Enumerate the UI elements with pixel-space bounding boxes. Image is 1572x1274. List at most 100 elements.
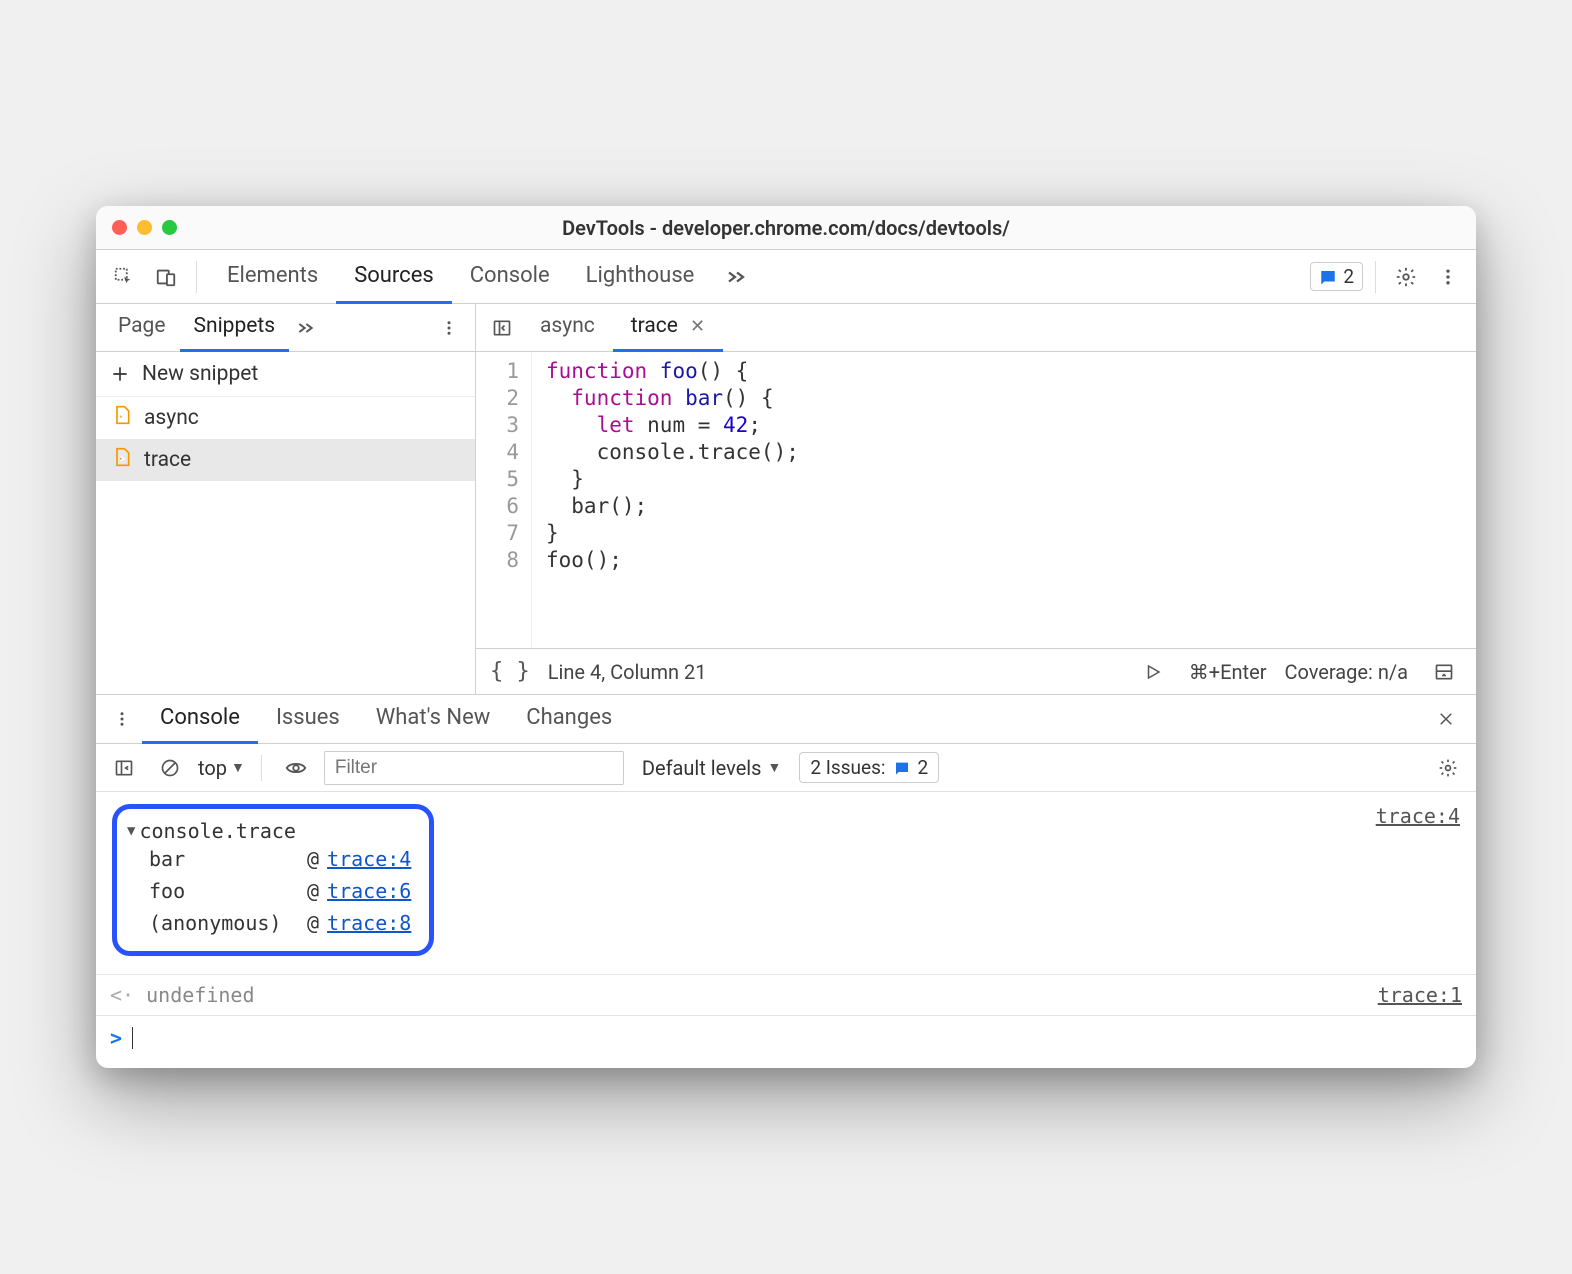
more-tabs-icon[interactable] [291,310,319,346]
coverage-status: Coverage: n/a [1284,660,1408,684]
cursor-position: Line 4, Column 21 [548,660,707,684]
titlebar: DevTools - developer.chrome.com/docs/dev… [96,206,1476,250]
line-number[interactable]: 5 [476,466,519,493]
run-shortcut: ⌘+Enter [1189,660,1267,684]
navigator-tabs: PageSnippets [96,304,475,352]
stack-frame: bar @ trace:4 [127,843,411,875]
code-editor[interactable]: 12345678 function foo() { function bar()… [476,352,1476,648]
stack-location-link[interactable]: trace:8 [327,911,411,935]
window-title: DevTools - developer.chrome.com/docs/dev… [96,216,1476,240]
editor-pane: async trace ✕ 12345678 function foo() { fu… [476,304,1476,694]
snippet-item[interactable]: trace [96,439,475,481]
drawer-tabs: ConsoleIssuesWhat's NewChanges [96,694,1476,744]
line-number[interactable]: 8 [476,547,519,574]
main-tab-console[interactable]: Console [452,250,568,304]
snippet-name: async [144,406,199,430]
separator [196,261,197,293]
run-snippet-icon[interactable] [1135,654,1171,690]
prompt-caret-icon: > [110,1026,122,1050]
at-symbol: @ [307,847,319,871]
main-tab-elements[interactable]: Elements [209,250,336,304]
editor-tab-label: trace [631,314,678,338]
more-menu-icon[interactable] [104,701,140,737]
more-menu-icon[interactable] [431,310,467,346]
console-settings-icon[interactable] [1430,750,1466,786]
new-snippet-button[interactable]: New snippet [96,352,475,397]
filter-input[interactable] [324,751,624,785]
minimize-window-button[interactable] [137,220,152,235]
stack-trace-header[interactable]: ▼ console.trace [127,819,411,843]
source-link[interactable]: trace:4 [1376,804,1460,956]
navigator-tab-snippets[interactable]: Snippets [180,304,290,352]
zoom-window-button[interactable] [162,220,177,235]
editor-tabs: async trace ✕ [476,304,1476,352]
editor-tab-label: async [540,314,595,338]
issues-icon [894,760,910,776]
drawer-tab-console[interactable]: Console [142,694,258,744]
main-tab-sources[interactable]: Sources [336,250,452,304]
line-number[interactable]: 7 [476,520,519,547]
inspect-element-icon[interactable] [106,259,142,295]
console-trace-row: ▼ console.trace bar @ trace:4foo @ trace… [110,800,1462,960]
main-tab-lighthouse[interactable]: Lighthouse [568,250,713,304]
close-drawer-icon[interactable] [1428,701,1464,737]
editor-tab[interactable]: trace ✕ [613,304,723,352]
console-toolbar: top ▼ Default levels ▼ 2 Issues: 2 [96,744,1476,792]
main-toolbar: ElementsSourcesConsoleLighthouse 2 [96,250,1476,304]
plus-icon [110,364,130,384]
main-tabs: ElementsSourcesConsoleLighthouse [209,250,712,304]
new-snippet-label: New snippet [142,362,258,386]
more-tabs-icon[interactable] [718,259,754,295]
at-symbol: @ [307,911,319,935]
snippet-item[interactable]: async [96,397,475,439]
console-sidebar-icon[interactable] [106,750,142,786]
more-menu-icon[interactable] [1430,259,1466,295]
navigator-tab-page[interactable]: Page [104,304,180,352]
sources-pane: PageSnippets New snippet async trace [96,304,1476,694]
toggle-navigator-icon[interactable] [484,310,520,346]
stack-location-link[interactable]: trace:4 [327,847,411,871]
stack-location-link[interactable]: trace:6 [327,879,411,903]
stack-frame: (anonymous) @ trace:8 [127,907,411,939]
separator [261,755,262,781]
console-prompt[interactable]: > [96,1016,1476,1068]
close-window-button[interactable] [112,220,127,235]
close-tab-icon[interactable]: ✕ [690,316,705,337]
toggle-sidebar-icon[interactable] [1426,654,1462,690]
snippet-list: async trace [96,397,475,694]
navigator-pane: PageSnippets New snippet async trace [96,304,476,694]
context-selector[interactable]: top ▼ [198,756,245,780]
pretty-print-icon[interactable]: { } [490,654,530,690]
settings-icon[interactable] [1388,259,1424,295]
stack-trace-highlight: ▼ console.trace bar @ trace:4foo @ trace… [112,804,434,956]
caret-down-icon: ▼ [127,823,135,839]
snippet-file-icon [112,447,132,473]
drawer-tab-what-s-new[interactable]: What's New [358,694,509,744]
device-toolbar-icon[interactable] [148,259,184,295]
separator [1375,261,1376,293]
editor-tab[interactable]: async [522,304,613,352]
source-link[interactable]: trace:1 [1378,983,1462,1007]
log-levels-selector[interactable]: Default levels ▼ [634,756,790,780]
issues-count: 2 [1343,265,1354,288]
line-number[interactable]: 1 [476,358,519,385]
return-value: undefined [146,983,254,1007]
line-number[interactable]: 4 [476,439,519,466]
line-number[interactable]: 2 [476,385,519,412]
editor-statusbar: { } Line 4, Column 21 ⌘+Enter Coverage: … [476,648,1476,694]
stack-frame: foo @ trace:6 [127,875,411,907]
chevron-down-icon: ▼ [768,759,782,776]
issues-indicator[interactable]: 2 [1310,262,1363,291]
code-content: function foo() { function bar() { let nu… [532,352,813,648]
drawer-tab-changes[interactable]: Changes [508,694,630,744]
issues-button[interactable]: 2 Issues: 2 [799,752,939,783]
console-output: ▼ console.trace bar @ trace:4foo @ trace… [96,792,1476,974]
line-number[interactable]: 3 [476,412,519,439]
drawer-tab-issues[interactable]: Issues [258,694,358,744]
devtools-window: DevTools - developer.chrome.com/docs/dev… [96,206,1476,1068]
at-symbol: @ [307,879,319,903]
clear-console-icon[interactable] [152,750,188,786]
console-return-row: <· undefined trace:1 [96,974,1476,1016]
line-number[interactable]: 6 [476,493,519,520]
live-expression-icon[interactable] [278,750,314,786]
